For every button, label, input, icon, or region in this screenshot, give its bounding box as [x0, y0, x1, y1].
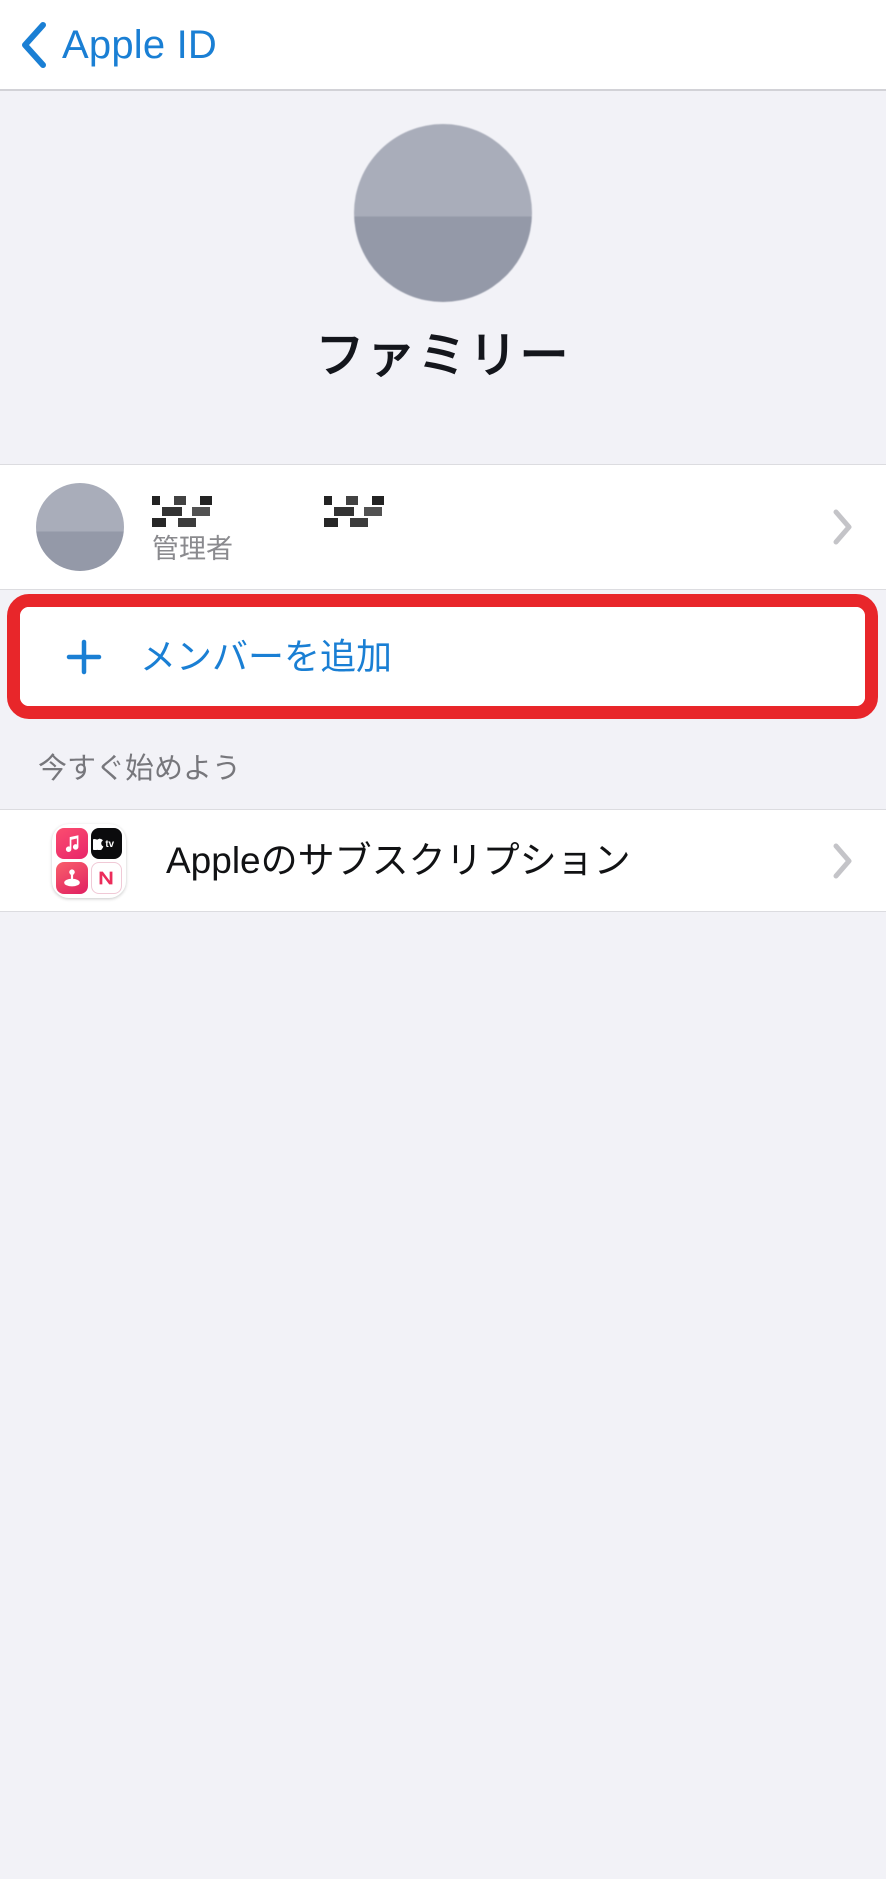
apple-news-icon	[90, 862, 122, 894]
chevron-left-icon	[18, 21, 48, 69]
member-name-redacted	[152, 492, 416, 530]
add-member-row[interactable]: メンバーを追加	[20, 607, 865, 706]
member-role-label: 管理者	[152, 533, 233, 564]
apple-subscriptions-row[interactable]: tv Appleのサブスクリプション	[0, 810, 886, 911]
back-button-label: Apple ID	[62, 22, 218, 67]
red-highlight-box: メンバーを追加	[7, 594, 878, 719]
chevron-right-icon	[832, 508, 854, 546]
apple-music-icon	[56, 827, 88, 859]
redacted-block	[152, 493, 302, 528]
page-background-filler	[0, 912, 886, 1879]
member-text-group: 管理者	[152, 492, 416, 563]
svg-text:tv: tv	[106, 839, 115, 850]
person-placeholder-avatar	[354, 124, 532, 302]
get-started-card: tv Appleのサブスクリプション	[0, 809, 886, 912]
redacted-block	[324, 493, 416, 528]
navigation-bar: Apple ID	[0, 0, 886, 91]
apple-services-grid-icon: tv	[52, 823, 126, 898]
family-members-card: 管理者	[0, 464, 886, 590]
back-button[interactable]: Apple ID	[18, 21, 217, 69]
get-started-section-header: 今すぐ始めよう	[0, 723, 886, 809]
family-member-row[interactable]: 管理者	[0, 465, 886, 589]
apple-subscriptions-label: Appleのサブスクリプション	[166, 840, 631, 881]
chevron-right-icon	[832, 842, 854, 880]
apple-tv-icon: tv	[90, 827, 122, 859]
apple-arcade-icon	[56, 862, 88, 894]
profile-header: ファミリー	[0, 91, 886, 464]
add-member-label: メンバーを追加	[140, 635, 393, 677]
person-placeholder-avatar	[36, 483, 124, 571]
add-member-annotation-wrapper: メンバーを追加	[0, 590, 886, 723]
plus-icon	[66, 639, 102, 675]
page-title: ファミリー	[315, 329, 571, 383]
